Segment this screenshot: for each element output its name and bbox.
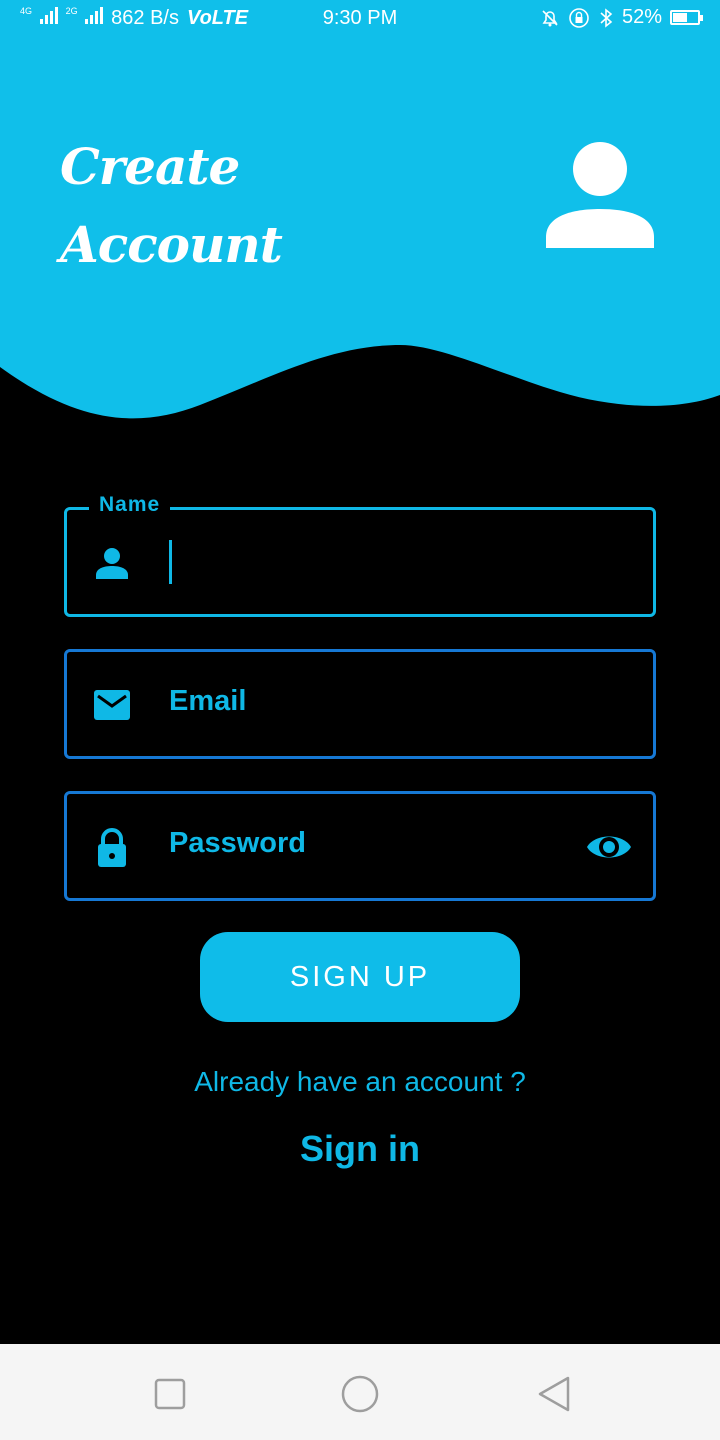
email-field[interactable]: Email <box>64 649 656 759</box>
email-placeholder: Email <box>169 685 247 717</box>
title-line-2: Account <box>60 215 283 274</box>
name-label: Name <box>89 493 171 517</box>
status-right: 52% <box>540 6 703 29</box>
mail-icon <box>94 690 130 720</box>
battery-icon <box>670 10 703 25</box>
eye-icon[interactable] <box>585 827 633 867</box>
name-field[interactable]: Name <box>64 493 656 617</box>
lock-icon <box>98 828 126 867</box>
circle-icon[interactable] <box>340 1374 380 1414</box>
password-placeholder: Password <box>169 827 306 859</box>
sign-up-button[interactable]: SIGN UP <box>200 932 520 1022</box>
person-icon <box>546 142 654 248</box>
title-line-1: Create <box>60 137 240 196</box>
rotation-lock-icon <box>569 7 589 28</box>
battery-percent: 52% <box>621 6 662 28</box>
navigation-bar <box>0 1344 720 1440</box>
person-icon <box>96 548 128 579</box>
bluetooth-icon <box>600 7 613 28</box>
sign-in-link[interactable]: Sign in <box>0 1128 720 1170</box>
page-title: Create Account <box>60 128 283 284</box>
text-cursor <box>169 540 172 584</box>
status-bar: 4G 2G 862 B/s VoLTE 9:30 PM 52% <box>0 0 720 38</box>
password-field[interactable]: Password <box>64 791 656 901</box>
already-have-account-text: Already have an account ? <box>194 1066 526 1097</box>
mute-bell-icon <box>542 9 558 26</box>
square-icon[interactable] <box>150 1374 190 1414</box>
triangle-back-icon[interactable] <box>534 1374 574 1414</box>
